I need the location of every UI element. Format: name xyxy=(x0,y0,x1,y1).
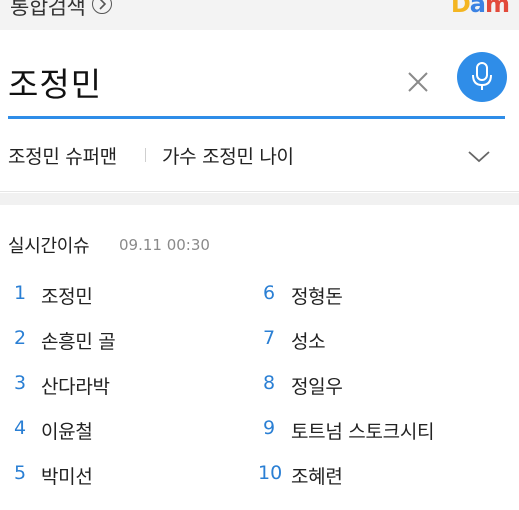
microphone-icon xyxy=(472,62,492,90)
section-divider xyxy=(0,193,519,205)
rank-number: 6 xyxy=(263,282,276,304)
voice-search-button[interactable] xyxy=(457,52,507,102)
rank-number: 1 xyxy=(14,282,27,304)
rank-number: 5 xyxy=(14,462,27,484)
suggestion-item[interactable]: 가수 조정민 나이 xyxy=(162,142,294,169)
rank-keyword: 성소 xyxy=(291,331,326,353)
rank-keyword: 정형돈 xyxy=(291,286,343,308)
rank-number: 9 xyxy=(263,417,276,439)
rank-keyword: 이윤철 xyxy=(41,421,93,443)
search-input[interactable] xyxy=(8,60,388,104)
rank-number: 8 xyxy=(263,372,276,394)
realtime-timestamp: 09.11 00:30 xyxy=(119,236,210,254)
search-underline xyxy=(8,116,505,119)
search-area xyxy=(0,30,519,122)
realtime-issues: 실시간이슈 09.11 00:30 1 조정민 2 손흥민 골 3 산다라박 4… xyxy=(0,205,519,510)
realtime-title: 실시간이슈 xyxy=(8,236,90,257)
rank-keyword: 조정민 xyxy=(41,286,93,308)
rank-keyword: 조혜련 xyxy=(291,466,343,488)
top-bar: 통합검색 Dam xyxy=(0,0,519,30)
suggestion-item[interactable]: 조정민 슈퍼맨 xyxy=(8,142,117,169)
rank-number: 7 xyxy=(263,327,276,349)
rank-number: 4 xyxy=(14,417,27,439)
rank-keyword: 박미선 xyxy=(41,466,93,488)
rank-number: 10 xyxy=(258,462,283,484)
chevron-down-icon[interactable] xyxy=(466,145,492,167)
related-suggestions: 조정민 슈퍼맨 가수 조정민 나이 xyxy=(0,122,519,192)
rank-keyword: 손흥민 골 xyxy=(41,331,116,353)
rank-keyword: 정일우 xyxy=(291,376,343,398)
rank-keyword: 산다라박 xyxy=(41,376,110,398)
integrated-search-title[interactable]: 통합검색 xyxy=(10,0,86,21)
suggestion-divider xyxy=(145,148,146,162)
circle-arrow-icon[interactable] xyxy=(92,0,112,14)
rank-number: 2 xyxy=(14,327,27,349)
daum-logo[interactable]: Dam xyxy=(451,0,510,18)
rank-number: 3 xyxy=(14,372,27,394)
clear-icon[interactable] xyxy=(404,68,432,96)
rank-keyword: 토트넘 스토크시티 xyxy=(291,421,435,443)
